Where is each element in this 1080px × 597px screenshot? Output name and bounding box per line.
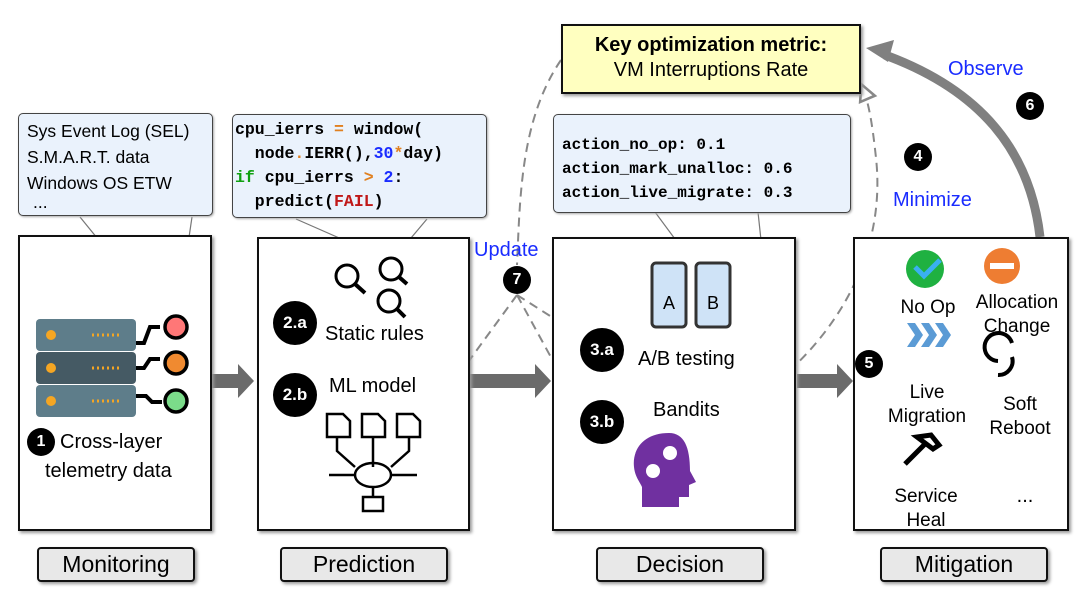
step-2a-badge: 2.a <box>273 301 317 345</box>
mitigation-icons <box>903 248 1020 466</box>
source-more: ... <box>33 192 48 212</box>
hammer-icon <box>903 432 943 466</box>
minimize-label: Minimize <box>893 189 972 211</box>
metric-title: Key optimization metric: <box>594 34 828 56</box>
step-7-badge: 7 <box>503 266 531 294</box>
arrow-monitor-to-predict <box>212 364 254 398</box>
mitigation-more: ... <box>1016 485 1034 507</box>
mitigation-allocation-change: Allocation Change <box>975 292 1059 337</box>
decision-box: AB 3.a A/B testing 3.b Bandits <box>552 237 796 531</box>
stage-mitigation: Mitigation <box>880 547 1048 582</box>
mitigation-service-heal: Service Heal <box>894 486 958 531</box>
action-live-migrate: action_live_migrate: 0.3 <box>562 184 793 202</box>
mitigation-no-op: No Op <box>900 297 956 318</box>
mitigation-live-migration: Live Migration <box>887 382 967 427</box>
ab-testing-label: A/B testing <box>638 348 735 370</box>
source-smart: S.M.A.R.T. data <box>27 147 150 167</box>
code-line-4: predict(FAIL) <box>235 192 384 211</box>
monitoring-box: 1 Cross-layer telemetry data <box>18 235 212 531</box>
server-rack-icon <box>36 314 189 417</box>
source-etw: Windows OS ETW <box>27 173 172 193</box>
code-line-2: node.IERR(),30*day) <box>235 144 443 163</box>
neural-network-icon <box>325 412 422 513</box>
svg-text:A: A <box>663 293 675 313</box>
step-5-badge: 5 <box>855 350 883 378</box>
monitoring-label-2: telemetry data <box>45 460 172 482</box>
diagram: Key optimization metric: VM Interruption… <box>0 0 1080 597</box>
static-rule-code: cpu_ierrs = window( node.IERR(),30*day) … <box>232 114 487 218</box>
chevrons-right-icon <box>907 323 951 347</box>
stage-prediction: Prediction <box>280 547 448 582</box>
bandits-label: Bandits <box>653 399 720 421</box>
step-1-badge: 1 <box>27 428 55 456</box>
monitoring-label-1: Cross-layer <box>60 431 163 453</box>
metric-box: Key optimization metric: VM Interruption… <box>561 24 861 94</box>
ml-model-label: ML model <box>329 375 417 397</box>
svg-text:B: B <box>707 293 719 313</box>
action-mark-unalloc: action_mark_unalloc: 0.6 <box>562 160 793 178</box>
action-probabilities: action_no_op: 0.1 action_mark_unalloc: 0… <box>553 114 851 213</box>
observe-label: Observe <box>948 58 1024 80</box>
arrow-predict-to-decide <box>469 364 551 398</box>
step-3a-badge: 3.a <box>580 328 624 372</box>
mitigation-soft-reboot: Soft Reboot <box>989 394 1051 439</box>
step-4-badge: 4 <box>904 143 932 171</box>
code-line-3: if cpu_ierrs > 2: <box>235 168 404 187</box>
check-circle-icon <box>906 250 944 288</box>
static-rules-label: Static rules <box>325 323 424 345</box>
step-6-badge: 6 <box>1016 92 1044 120</box>
stage-decision: Decision <box>596 547 764 582</box>
arrow-decide-to-mitigate <box>797 364 853 398</box>
telemetry-sources-note: Sys Event Log (SEL) S.M.A.R.T. data Wind… <box>18 113 213 216</box>
brain-gears-icon <box>633 433 696 507</box>
source-sel: Sys Event Log (SEL) <box>27 121 190 141</box>
update-label: Update <box>474 239 539 261</box>
mitigation-box: No Op Allocation Change Live Migration S… <box>853 237 1069 531</box>
metric-subtitle: VM Interruptions Rate <box>613 59 809 81</box>
stage-monitoring: Monitoring <box>37 547 195 582</box>
code-line-1: cpu_ierrs = window( <box>235 120 424 139</box>
prediction-box: 2.a Static rules 2.b ML model <box>257 237 470 531</box>
action-no-op: action_no_op: 0.1 <box>562 136 726 154</box>
refresh-icon <box>982 331 1015 377</box>
